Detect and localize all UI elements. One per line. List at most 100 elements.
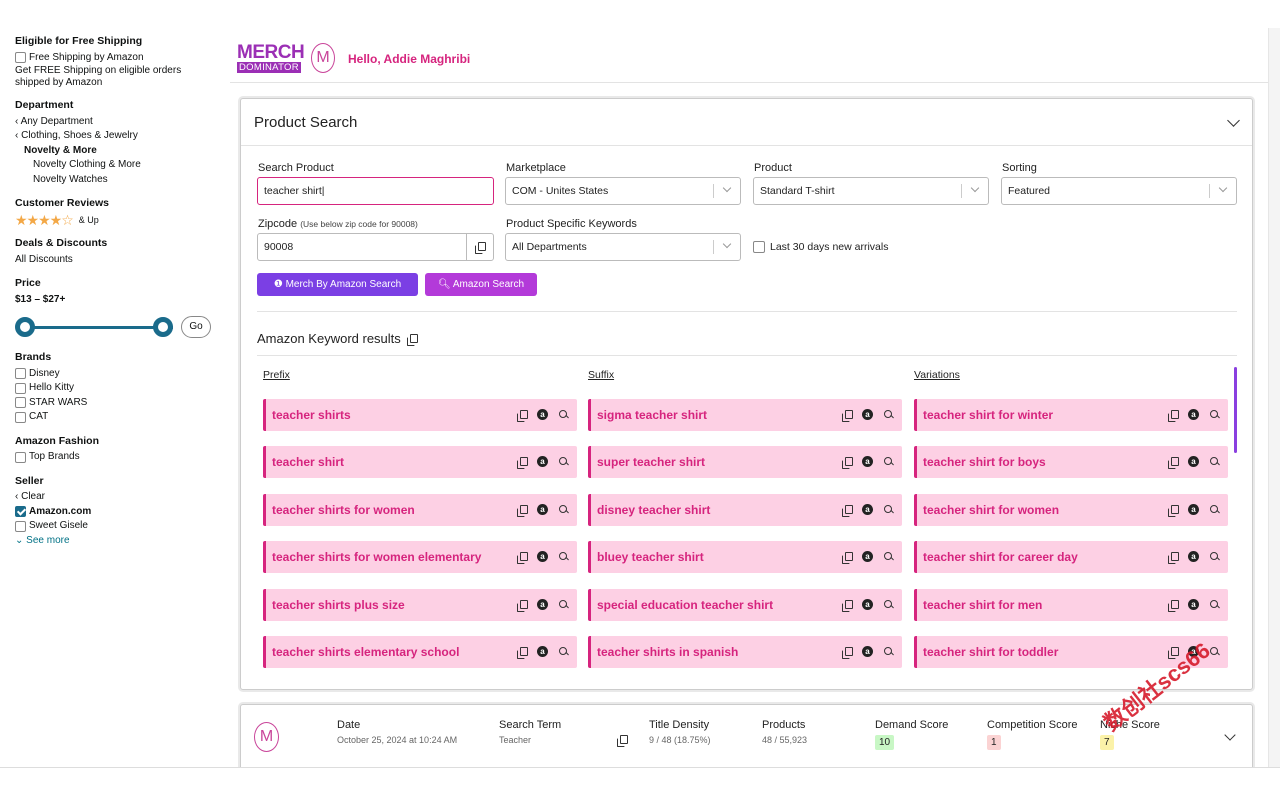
slider-min-handle[interactable] bbox=[15, 317, 35, 337]
copy-icon[interactable] bbox=[517, 599, 528, 612]
prefix-heading[interactable]: Prefix bbox=[263, 369, 290, 381]
free-shipping-option[interactable]: Free Shipping by Amazon bbox=[15, 51, 215, 66]
slider-max-handle[interactable] bbox=[153, 317, 173, 337]
amazon-icon[interactable]: a bbox=[537, 551, 548, 562]
brand-checkbox[interactable] bbox=[15, 382, 26, 394]
search-icon[interactable] bbox=[558, 409, 569, 420]
suffix-heading[interactable]: Suffix bbox=[588, 369, 614, 381]
keyword-chip[interactable]: teacher shirts in spanish a bbox=[588, 636, 902, 668]
copy-icon[interactable] bbox=[1168, 409, 1179, 422]
new-arrivals-checkbox[interactable] bbox=[753, 241, 765, 253]
keyword-text[interactable]: bluey teacher shirt bbox=[597, 541, 704, 573]
new-arrivals-option[interactable]: Last 30 days new arrivals bbox=[753, 241, 888, 253]
copy-icon[interactable] bbox=[842, 409, 853, 422]
copy-icon[interactable] bbox=[517, 646, 528, 659]
merch-dominator-logo[interactable]: MERCH DOMINATOR M bbox=[237, 42, 337, 74]
reviews-filter[interactable]: ★★★★☆ & Up bbox=[15, 212, 215, 228]
keyword-chip[interactable]: super teacher shirt a bbox=[588, 446, 902, 478]
copy-icon[interactable] bbox=[842, 504, 853, 517]
collapse-chevron-icon[interactable] bbox=[1227, 114, 1240, 127]
amazon-icon[interactable]: a bbox=[1188, 504, 1199, 515]
dept-novelty-watches[interactable]: Novelty Watches bbox=[15, 173, 215, 188]
brand-cat[interactable]: CAT bbox=[15, 410, 215, 425]
amazon-icon[interactable]: a bbox=[537, 646, 548, 657]
keyword-text[interactable]: teacher shirts for women elementary bbox=[272, 541, 481, 573]
copy-icon[interactable] bbox=[842, 646, 853, 659]
amazon-icon[interactable]: a bbox=[537, 409, 548, 420]
amazon-icon[interactable]: a bbox=[537, 504, 548, 515]
copy-icon[interactable] bbox=[1168, 551, 1179, 564]
keyword-text[interactable]: sigma teacher shirt bbox=[597, 399, 707, 431]
keyword-chip[interactable]: teacher shirts elementary school a bbox=[263, 636, 577, 668]
keyword-chip[interactable]: teacher shirt for career day a bbox=[914, 541, 1228, 573]
amazon-icon[interactable]: a bbox=[1188, 551, 1199, 562]
price-go-button[interactable]: Go bbox=[181, 316, 211, 338]
brand-checkbox[interactable] bbox=[15, 411, 26, 423]
amazon-icon[interactable]: a bbox=[537, 456, 548, 467]
keyword-chip[interactable]: bluey teacher shirt a bbox=[588, 541, 902, 573]
keyword-chip[interactable]: special education teacher shirt a bbox=[588, 589, 902, 621]
seller-clear[interactable]: ‹ Clear bbox=[15, 490, 215, 505]
amazon-icon[interactable]: a bbox=[537, 599, 548, 610]
keyword-chip[interactable]: teacher shirt for boys a bbox=[914, 446, 1228, 478]
keyword-text[interactable]: teacher shirt for toddler bbox=[923, 636, 1058, 668]
zipcode-copy-button[interactable] bbox=[466, 234, 493, 260]
seller-checkbox[interactable] bbox=[15, 520, 26, 532]
keyword-text[interactable]: teacher shirt for winter bbox=[923, 399, 1053, 431]
keyword-chip[interactable]: teacher shirt for men a bbox=[914, 589, 1228, 621]
variations-heading[interactable]: Variations bbox=[914, 369, 960, 381]
search-icon[interactable] bbox=[558, 551, 569, 562]
keyword-chip[interactable]: teacher shirts plus size a bbox=[263, 589, 577, 621]
search-icon[interactable] bbox=[883, 409, 894, 420]
product-type-select[interactable]: Standard T-shirt bbox=[753, 177, 989, 205]
seller-amazon[interactable]: Amazon.com bbox=[15, 505, 215, 520]
copy-icon[interactable] bbox=[517, 551, 528, 564]
deals-all[interactable]: All Discounts bbox=[15, 253, 215, 268]
dept-novelty-clothing[interactable]: Novelty Clothing & More bbox=[15, 158, 215, 173]
copy-icon[interactable] bbox=[617, 735, 628, 747]
keyword-text[interactable]: disney teacher shirt bbox=[597, 494, 710, 526]
copy-icon[interactable] bbox=[1168, 599, 1179, 612]
price-slider[interactable]: Go bbox=[15, 313, 215, 341]
keyword-chip[interactable]: teacher shirt for women a bbox=[914, 494, 1228, 526]
dept-any[interactable]: ‹ Any Department bbox=[15, 115, 215, 130]
search-icon[interactable] bbox=[1209, 409, 1220, 420]
keyword-text[interactable]: teacher shirts for women bbox=[272, 494, 415, 526]
keyword-scrollbar[interactable] bbox=[1234, 367, 1237, 453]
page-scrollbar[interactable] bbox=[1268, 28, 1280, 767]
amazon-icon[interactable]: a bbox=[1188, 409, 1199, 420]
search-product-input[interactable]: teacher shirt| bbox=[257, 177, 494, 205]
keyword-text[interactable]: teacher shirts in spanish bbox=[597, 636, 738, 668]
free-shipping-checkbox[interactable] bbox=[15, 52, 26, 64]
amazon-icon[interactable]: a bbox=[1188, 456, 1199, 467]
keyword-text[interactable]: special education teacher shirt bbox=[597, 589, 773, 621]
keyword-text[interactable]: teacher shirt bbox=[272, 446, 344, 478]
search-icon[interactable] bbox=[883, 646, 894, 657]
amazon-icon[interactable]: a bbox=[1188, 599, 1199, 610]
fashion-top-brands[interactable]: Top Brands bbox=[15, 450, 215, 465]
psk-select[interactable]: All Departments bbox=[505, 233, 741, 261]
brand-disney[interactable]: Disney bbox=[15, 367, 215, 382]
keyword-text[interactable]: teacher shirt for women bbox=[923, 494, 1059, 526]
mba-search-button[interactable]: ❶ Merch By Amazon Search bbox=[257, 273, 418, 296]
amazon-icon[interactable]: a bbox=[862, 456, 873, 467]
expand-chevron-icon[interactable] bbox=[1224, 729, 1236, 741]
copy-icon[interactable] bbox=[517, 456, 528, 469]
keyword-text[interactable]: teacher shirts plus size bbox=[272, 589, 405, 621]
copy-icon[interactable] bbox=[842, 456, 853, 469]
keyword-text[interactable]: teacher shirt for boys bbox=[923, 446, 1046, 478]
amazon-icon[interactable]: a bbox=[862, 504, 873, 515]
dept-novelty[interactable]: Novelty & More bbox=[15, 144, 215, 159]
fashion-checkbox[interactable] bbox=[15, 451, 26, 463]
marketplace-select[interactable]: COM - Unites States bbox=[505, 177, 741, 205]
copy-icon[interactable] bbox=[842, 599, 853, 612]
amazon-search-button[interactable]: 🔍︎ Amazon Search bbox=[425, 273, 537, 296]
see-more-link[interactable]: ⌄ See more bbox=[15, 534, 215, 549]
keyword-chip[interactable]: teacher shirts for women a bbox=[263, 494, 577, 526]
search-icon[interactable] bbox=[883, 551, 894, 562]
amazon-icon[interactable]: a bbox=[862, 599, 873, 610]
keyword-chip[interactable]: disney teacher shirt a bbox=[588, 494, 902, 526]
keyword-chip[interactable]: teacher shirt for winter a bbox=[914, 399, 1228, 431]
keyword-text[interactable]: teacher shirts bbox=[272, 399, 351, 431]
copy-icon[interactable] bbox=[517, 504, 528, 517]
